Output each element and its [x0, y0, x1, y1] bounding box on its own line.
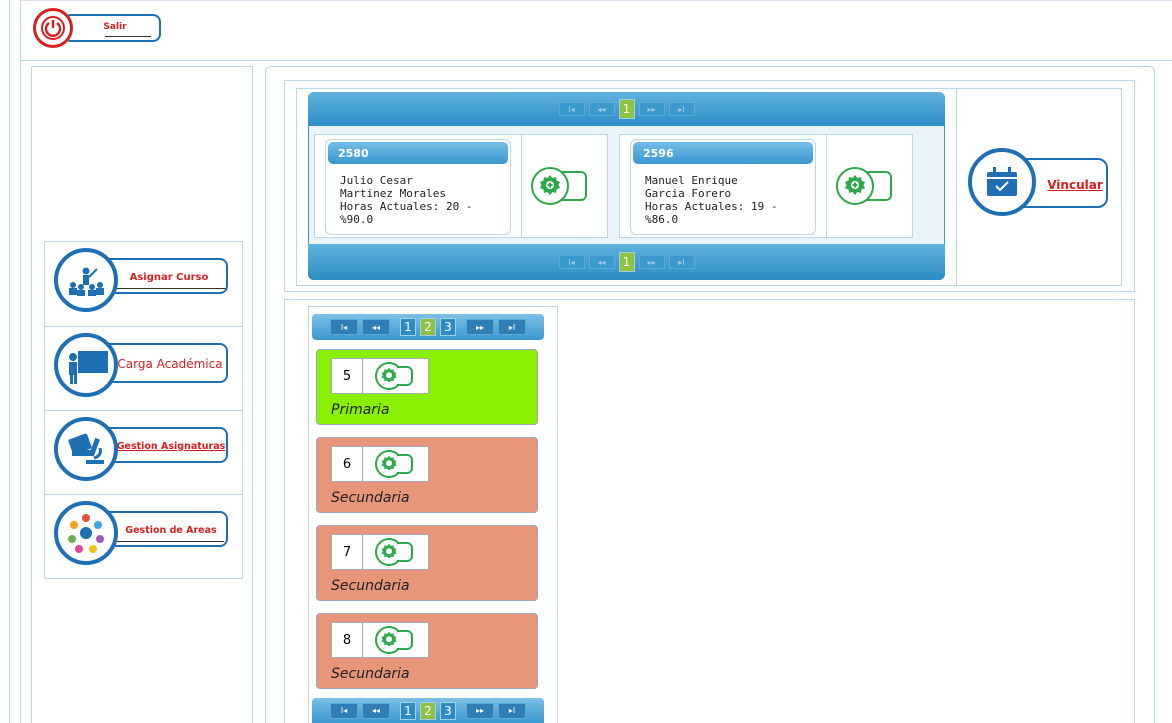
page-3-button[interactable]: 3 [440, 701, 456, 720]
next-page-button[interactable]: ▸▸ [638, 102, 665, 116]
next-page-button[interactable]: ▸▸ [466, 319, 494, 335]
menu-label: Gestion de Areas [125, 525, 217, 536]
menu-item-gestion-asignaturas[interactable]: Gestion Asignaturas [44, 410, 242, 494]
prev-page-button[interactable]: ◂◂ [362, 702, 390, 719]
page-1-button[interactable]: 1 [400, 318, 416, 336]
page-1-button[interactable]: 1 [618, 252, 635, 272]
grade-card[interactable]: 7 Secundaria [316, 525, 538, 601]
select-teacher-gear-icon[interactable] [531, 167, 569, 205]
teacher-card: 2580 Julio Cesar Martinez Morales Horas … [314, 134, 608, 238]
grade-number: 6 [331, 446, 363, 482]
teacher-first-name: Manuel Enrique [645, 174, 738, 187]
label-underline [105, 36, 151, 37]
science-books-icon [54, 417, 118, 481]
blackboard-icon [54, 333, 118, 397]
first-page-button[interactable]: I◂ [330, 702, 358, 719]
teacher-pager-top: I◂ ◂◂ 1 ▸▸ ▸I [308, 92, 945, 126]
grade-number: 8 [331, 622, 363, 658]
teacher-card: 2596 Manuel Enrique Garcia Forero Horas … [619, 134, 913, 238]
menu-item-gestion-areas[interactable]: Gestion de Areas [44, 494, 242, 578]
grade-level: Primaria [331, 402, 390, 418]
page-2-button[interactable]: 2 [420, 701, 436, 720]
frame-line [20, 0, 21, 723]
menu-label: Gestion Asignaturas [116, 441, 226, 452]
grade-card[interactable]: 6 Secundaria [316, 437, 538, 513]
grade-number: 7 [331, 534, 363, 570]
card-divider [521, 135, 522, 237]
select-grade-tab[interactable] [397, 366, 413, 386]
page-1-button[interactable]: 1 [618, 99, 635, 119]
frame-line [9, 0, 10, 723]
power-icon[interactable] [33, 8, 73, 48]
page-1-button[interactable]: 1 [400, 701, 416, 720]
select-teacher-gear-icon[interactable] [836, 167, 874, 205]
frame-line [1134, 300, 1135, 723]
logout-pill[interactable]: Salir [63, 14, 161, 42]
grade-level: Secundaria [331, 490, 410, 506]
next-page-button[interactable]: ▸▸ [638, 255, 665, 269]
frame-line [284, 300, 285, 723]
section-divider [284, 299, 1135, 300]
menu-label: Carga Académica [117, 357, 223, 371]
prev-page-button[interactable]: ◂◂ [588, 255, 615, 269]
logout-label: Salir [103, 22, 127, 32]
grade-card[interactable]: 5 Primaria [316, 349, 538, 425]
last-page-button[interactable]: ▸I [498, 702, 526, 719]
grades-pager-bottom: I◂ ◂◂ 1 2 3 ▸▸ ▸I [312, 698, 544, 723]
select-grade-tab[interactable] [397, 542, 413, 562]
menu-item-carga-academica[interactable]: Carga Académica [44, 326, 242, 410]
teacher-hours: Horas Actuales: 19 - [645, 200, 778, 213]
teacher-percent: %86.0 [645, 213, 679, 226]
teacher-pager-bottom: I◂ ◂◂ 1 ▸▸ ▸I [308, 244, 945, 280]
grade-card[interactable]: 8 Secundaria [316, 613, 538, 689]
label-underline [112, 288, 226, 289]
teacher-last-name: Garcia Forero [645, 187, 732, 200]
page-2-button[interactable]: 2 [420, 318, 436, 336]
page-3-button[interactable]: 3 [440, 318, 456, 336]
logout-button[interactable]: Salir [33, 8, 163, 48]
card-divider [826, 135, 827, 237]
select-grade-tab[interactable] [397, 630, 413, 650]
first-page-button[interactable]: I◂ [558, 255, 585, 269]
menu-item-asignar-curso[interactable]: Asignar Curso [44, 242, 242, 326]
first-page-button[interactable]: I◂ [330, 319, 358, 335]
menu-label: Asignar Curso [129, 272, 209, 283]
prev-page-button[interactable]: ◂◂ [362, 319, 390, 335]
teacher-info: 2580 Julio Cesar Martinez Morales Horas … [325, 139, 511, 235]
prev-page-button[interactable]: ◂◂ [588, 102, 615, 116]
next-page-button[interactable]: ▸▸ [466, 702, 494, 719]
last-page-button[interactable]: ▸I [498, 319, 526, 335]
teacher-class-icon [54, 248, 118, 312]
grade-level: Secundaria [331, 666, 410, 682]
grades-pager-top: I◂ ◂◂ 1 2 3 ▸▸ ▸I [312, 314, 544, 340]
teacher-hours: Horas Actuales: 20 - [340, 200, 473, 213]
areas-icon [54, 501, 118, 565]
select-grade-tab[interactable] [397, 454, 413, 474]
grade-number: 5 [331, 358, 363, 394]
frame-line [956, 88, 957, 286]
label-underline [114, 541, 224, 542]
grade-level: Secundaria [331, 578, 410, 594]
frame-line [20, 0, 1172, 1]
teacher-code: 2596 [633, 142, 813, 164]
link-label: Vincular [1047, 178, 1103, 192]
teacher-last-name: Martinez Morales [340, 187, 446, 200]
link-button[interactable]: Vincular [968, 148, 1110, 218]
last-page-button[interactable]: ▸I [668, 102, 695, 116]
frame-line [20, 60, 1172, 61]
calendar-check-icon [968, 148, 1036, 216]
teacher-percent: %90.0 [340, 213, 374, 226]
teacher-code: 2580 [328, 142, 508, 164]
teacher-info: 2596 Manuel Enrique Garcia Forero Horas … [630, 139, 816, 235]
teacher-first-name: Julio Cesar [340, 174, 413, 187]
last-page-button[interactable]: ▸I [668, 255, 695, 269]
first-page-button[interactable]: I◂ [558, 102, 585, 116]
